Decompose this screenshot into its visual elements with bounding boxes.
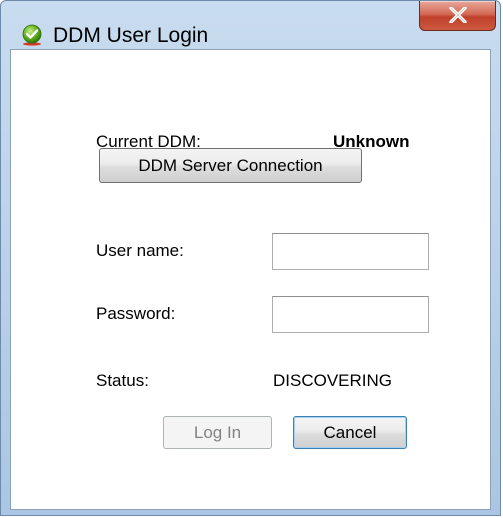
log-in-button[interactable]: Log In [163, 416, 272, 449]
username-input[interactable] [272, 233, 429, 270]
password-label: Password: [96, 304, 176, 323]
close-button[interactable] [419, 1, 496, 31]
dialog-content: Current DDM: Unknown DDM Server Connecti… [10, 49, 491, 510]
title-bar[interactable]: DDM User Login [1, 1, 500, 49]
green-checkmark-icon [22, 24, 42, 46]
login-dialog-window: DDM User Login Current DDM: Unknown DDM … [0, 0, 501, 516]
status-value: DISCOVERING [273, 371, 393, 390]
ddm-server-connection-button[interactable]: DDM Server Connection [99, 148, 362, 183]
status-label: Status: [96, 371, 149, 390]
window-title: DDM User Login [53, 24, 209, 47]
cancel-button[interactable]: Cancel [293, 416, 407, 449]
password-input[interactable] [272, 296, 429, 333]
x-icon [449, 7, 467, 23]
username-label: User name: [96, 241, 184, 260]
